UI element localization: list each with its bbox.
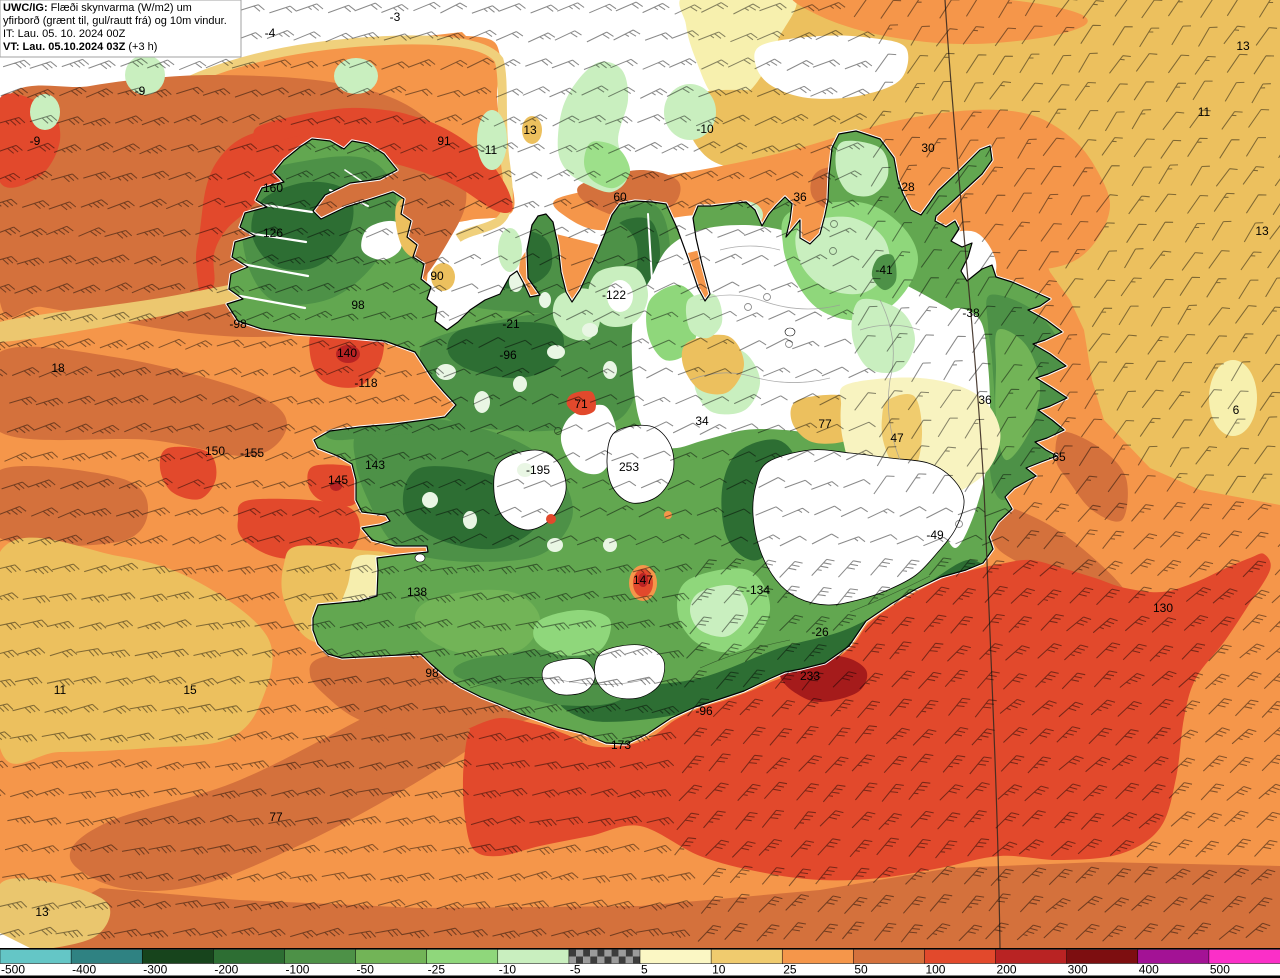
svg-text:100: 100 (925, 963, 945, 977)
svg-text:36: 36 (978, 393, 992, 407)
svg-text:500: 500 (1210, 963, 1230, 977)
svg-text:138: 138 (407, 585, 427, 599)
svg-text:147: 147 (633, 573, 653, 587)
svg-text:-9: -9 (135, 84, 146, 98)
svg-text:5: 5 (641, 963, 648, 977)
svg-text:173: 173 (611, 738, 631, 752)
svg-text:-96: -96 (499, 348, 517, 362)
svg-text:-4: -4 (265, 26, 276, 40)
svg-text:77: 77 (269, 810, 283, 824)
svg-text:13: 13 (523, 123, 537, 137)
svg-text:-96: -96 (695, 704, 713, 718)
svg-text:-300: -300 (143, 963, 167, 977)
svg-text:-134: -134 (746, 583, 770, 597)
svg-text:143: 143 (365, 458, 385, 472)
svg-text:-26: -26 (811, 625, 829, 639)
svg-text:200: 200 (997, 963, 1017, 977)
svg-text:10: 10 (712, 963, 726, 977)
svg-text:15: 15 (183, 683, 197, 697)
svg-text:-21: -21 (502, 317, 520, 331)
svg-text:77: 77 (818, 417, 832, 431)
svg-text:yfirborð (grænt til, gul/rautt: yfirborð (grænt til, gul/rautt frá) og 1… (3, 15, 227, 27)
svg-text:-10: -10 (696, 122, 714, 136)
svg-text:-65: -65 (1048, 450, 1066, 464)
svg-text:300: 300 (1068, 963, 1088, 977)
svg-text:253: 253 (619, 460, 639, 474)
svg-text:71: 71 (574, 397, 588, 411)
svg-text:98: 98 (351, 298, 365, 312)
svg-text:90: 90 (430, 269, 444, 283)
svg-text:-500: -500 (1, 963, 25, 977)
svg-text:50: 50 (854, 963, 868, 977)
svg-text:-3: -3 (390, 10, 401, 24)
svg-text:233: 233 (800, 669, 820, 683)
svg-text:-122: -122 (602, 288, 626, 302)
svg-text:6: 6 (1233, 403, 1240, 417)
svg-text:18: 18 (51, 361, 65, 375)
svg-text:-50: -50 (357, 963, 375, 977)
svg-text:-98: -98 (229, 317, 247, 331)
svg-text:-38: -38 (962, 306, 980, 320)
svg-text:98: 98 (425, 666, 439, 680)
svg-text:-200: -200 (214, 963, 238, 977)
svg-text:-41: -41 (875, 263, 893, 277)
svg-text:-155: -155 (240, 446, 264, 460)
svg-text:91: 91 (437, 134, 451, 148)
svg-text:13: 13 (35, 905, 49, 919)
svg-text:130: 130 (1153, 601, 1173, 615)
svg-text:-10: -10 (499, 963, 517, 977)
svg-text:-118: -118 (354, 376, 377, 390)
svg-text:11: 11 (54, 683, 67, 697)
svg-text:150: 150 (205, 444, 225, 458)
svg-text:UWC/IG: Flæði skynvarma (W/m2): UWC/IG: Flæði skynvarma (W/m2) um (3, 2, 192, 14)
svg-text:30: 30 (921, 141, 935, 155)
svg-text:34: 34 (695, 414, 709, 428)
svg-text:13: 13 (1236, 39, 1250, 53)
svg-text:400: 400 (1139, 963, 1159, 977)
svg-text:IT: Lau. 05. 10. 2024 00Z: IT: Lau. 05. 10. 2024 00Z (3, 28, 126, 40)
svg-text:140: 140 (337, 346, 357, 360)
svg-text:47: 47 (890, 431, 904, 445)
svg-text:-5: -5 (570, 963, 581, 977)
svg-text:-9: -9 (30, 134, 41, 148)
svg-text:60: 60 (613, 190, 627, 204)
svg-text:11: 11 (1198, 105, 1211, 119)
svg-text:VT: Lau. 05.10.2024 03Z (+3 h): VT: Lau. 05.10.2024 03Z (+3 h) (3, 41, 157, 53)
svg-text:36: 36 (793, 190, 807, 204)
svg-text:160: 160 (263, 181, 283, 195)
svg-text:-100: -100 (285, 963, 309, 977)
svg-text:-11: -11 (481, 143, 498, 157)
svg-text:-400: -400 (72, 963, 96, 977)
svg-text:-49: -49 (926, 528, 944, 542)
svg-text:-195: -195 (526, 463, 550, 477)
svg-text:-25: -25 (428, 963, 446, 977)
svg-text:25: 25 (783, 963, 797, 977)
svg-text:145: 145 (328, 473, 348, 487)
svg-text:126: 126 (263, 226, 283, 240)
svg-text:13: 13 (1255, 224, 1269, 238)
svg-text:-28: -28 (897, 180, 915, 194)
